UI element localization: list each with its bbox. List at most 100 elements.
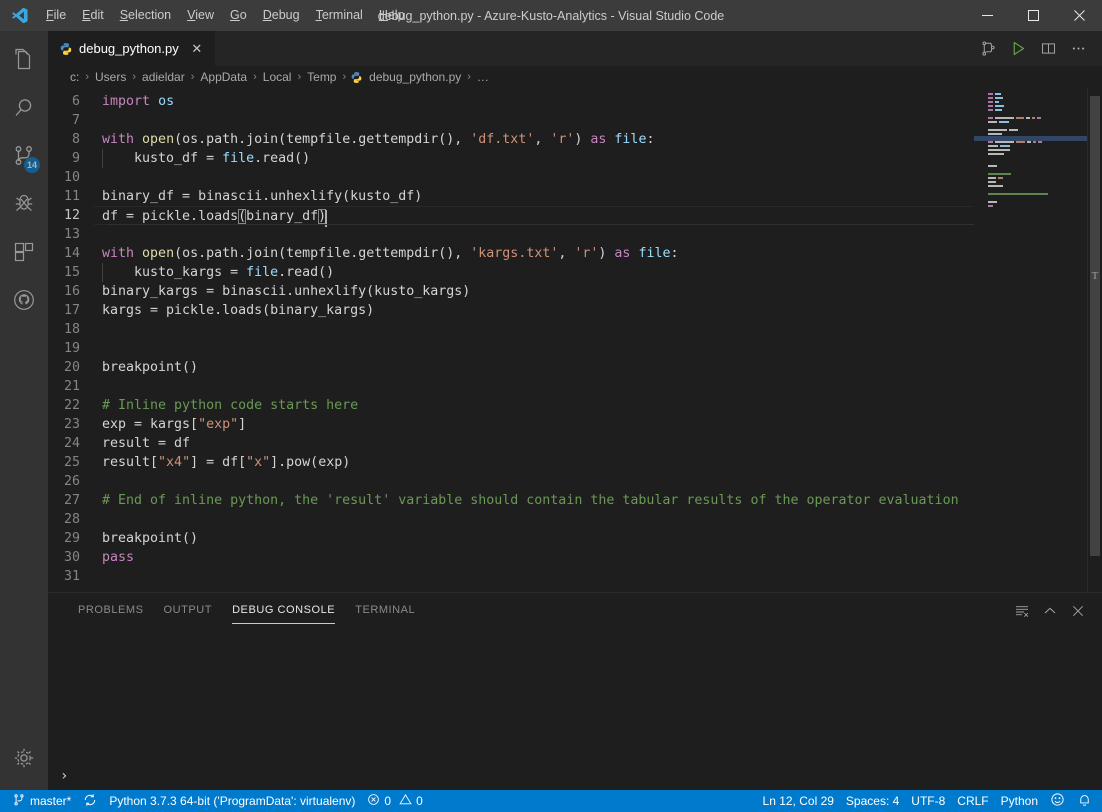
breadcrumb-segment-adieldar[interactable]: adieldar xyxy=(140,70,187,84)
tab-debug-console[interactable]: DEBUG CONSOLE xyxy=(222,593,345,628)
editor-vertical-scrollbar[interactable]: T xyxy=(1087,88,1102,592)
status-language-mode[interactable]: Python xyxy=(995,790,1044,812)
menu-view[interactable]: View xyxy=(179,0,222,31)
gear-icon xyxy=(12,746,36,775)
split-editor-icon[interactable] xyxy=(1034,35,1062,63)
status-branch[interactable]: master* xyxy=(6,790,77,812)
code-token: file xyxy=(222,151,254,166)
status-eol[interactable]: CRLF xyxy=(951,790,994,812)
code-line[interactable]: 16binary_kargs = binascii.unhexlify(kust… xyxy=(48,282,974,301)
breadcrumb-segment-symbols[interactable]: … xyxy=(475,70,491,84)
sidebar-item-extensions[interactable] xyxy=(0,230,48,278)
extensions-icon xyxy=(12,240,36,269)
sidebar-item-github[interactable] xyxy=(0,278,48,326)
maximize-panel-button[interactable] xyxy=(1038,599,1062,623)
code-line[interactable]: 22# Inline python code starts here xyxy=(48,396,974,415)
code-line[interactable]: 23exp = kargs["exp"] xyxy=(48,415,974,434)
sidebar-item-search[interactable] xyxy=(0,86,48,134)
tab-debug-python-py[interactable]: debug_python.py ✕ xyxy=(48,31,216,66)
menu-terminal[interactable]: Terminal xyxy=(308,0,371,31)
code-token: 'r' xyxy=(550,132,574,147)
breadcrumb-segment-temp[interactable]: Temp xyxy=(305,70,338,84)
status-notifications[interactable] xyxy=(1071,790,1102,812)
status-python-interpreter[interactable]: Python 3.7.3 64-bit ('ProgramData': virt… xyxy=(103,790,361,812)
status-sync[interactable] xyxy=(77,790,103,812)
code-editor[interactable]: 6import os78with open(os.path.join(tempf… xyxy=(48,88,1102,592)
menu-help[interactable]: Help xyxy=(371,0,413,31)
code-line[interactable]: 17kargs = pickle.loads(binary_kargs) xyxy=(48,301,974,320)
menu-go[interactable]: Go xyxy=(222,0,255,31)
breadcrumb-segment-local[interactable]: Local xyxy=(261,70,294,84)
breadcrumb-segment-appdata[interactable]: AppData xyxy=(198,70,249,84)
code-line[interactable]: 14with open(os.path.join(tempfile.gettem… xyxy=(48,244,974,263)
tab-problems[interactable]: PROBLEMS xyxy=(68,593,154,628)
status-feedback[interactable] xyxy=(1044,790,1071,812)
debug-console-input-prompt[interactable]: › xyxy=(60,768,68,784)
minimap[interactable] xyxy=(974,88,1087,592)
debug-console-body[interactable]: › xyxy=(48,628,1102,790)
status-encoding[interactable]: UTF-8 xyxy=(905,790,951,812)
code-line[interactable]: 19 xyxy=(48,339,974,358)
sidebar-item-source-control[interactable]: 14 xyxy=(0,134,48,182)
smiley-icon xyxy=(1050,792,1065,810)
code-line[interactable]: 31 xyxy=(48,567,974,586)
code-line[interactable]: 29breakpoint() xyxy=(48,529,974,548)
breadcrumb-segment-drive[interactable]: c: xyxy=(68,70,81,84)
tab-terminal[interactable]: TERMINAL xyxy=(345,593,425,628)
status-cursor-position[interactable]: Ln 12, Col 29 xyxy=(757,790,840,812)
code-line[interactable]: 11binary_df = binascii.unhexlify(kusto_d… xyxy=(48,187,974,206)
code-line[interactable]: 18 xyxy=(48,320,974,339)
code-token: # Inline python code starts here xyxy=(102,398,358,413)
clear-console-button[interactable] xyxy=(1010,599,1034,623)
code-line[interactable]: 24result = df xyxy=(48,434,974,453)
code-token: 'kargs.txt' xyxy=(470,246,558,261)
line-number: 19 xyxy=(48,339,94,358)
manage-settings-button[interactable] xyxy=(0,736,48,784)
code-line-text: breakpoint() xyxy=(94,358,974,377)
code-line[interactable]: 21 xyxy=(48,377,974,396)
menu-debug[interactable]: Debug xyxy=(255,0,308,31)
code-line[interactable]: 12df = pickle.loads(binary_df) xyxy=(48,206,974,225)
menu-edit[interactable]: Edit xyxy=(74,0,112,31)
code-line[interactable]: 20breakpoint() xyxy=(48,358,974,377)
tab-output[interactable]: OUTPUT xyxy=(154,593,223,628)
code-line[interactable]: 15 kusto_kargs = file.read() xyxy=(48,263,974,282)
breadcrumb-separator: › xyxy=(338,71,350,83)
maximize-button[interactable] xyxy=(1010,0,1056,31)
code-line[interactable]: 28 xyxy=(48,510,974,529)
more-actions-ellipsis-icon[interactable] xyxy=(1064,35,1092,63)
run-python-file-in-terminal-button[interactable] xyxy=(974,35,1002,63)
line-number: 30 xyxy=(48,548,94,567)
code-scroll-region[interactable]: 6import os78with open(os.path.join(tempf… xyxy=(48,88,974,592)
menu-file[interactable]: File xyxy=(38,0,74,31)
code-line[interactable]: 13 xyxy=(48,225,974,244)
run-button[interactable] xyxy=(1004,35,1032,63)
code-line[interactable]: 6import os xyxy=(48,92,974,111)
code-line[interactable]: 10 xyxy=(48,168,974,187)
code-line[interactable]: 25result["x4"] = df["x"].pow(exp) xyxy=(48,453,974,472)
status-branch-label: master* xyxy=(30,794,71,808)
status-problems[interactable]: 0 0 xyxy=(361,790,428,812)
tab-close-icon[interactable]: ✕ xyxy=(189,41,205,57)
code-line[interactable]: 9 kusto_df = file.read() xyxy=(48,149,974,168)
code-line[interactable]: 26 xyxy=(48,472,974,491)
breadcrumb-segment-file[interactable]: debug_python.py xyxy=(367,70,463,84)
code-line[interactable]: 30pass xyxy=(48,548,974,567)
minimap-slider[interactable] xyxy=(974,88,1087,212)
vscode-logo-icon xyxy=(0,0,38,31)
line-number: 7 xyxy=(48,111,94,130)
minimize-button[interactable] xyxy=(964,0,1010,31)
sidebar-item-explorer[interactable] xyxy=(0,38,48,86)
code-line[interactable]: 8with open(os.path.join(tempfile.gettemp… xyxy=(48,130,974,149)
code-line[interactable]: 7 xyxy=(48,111,974,130)
breadcrumb-segment-users[interactable]: Users xyxy=(93,70,128,84)
status-indentation[interactable]: Spaces: 4 xyxy=(840,790,905,812)
activity-bar: 14 xyxy=(0,31,48,790)
breadcrumb-separator: › xyxy=(81,71,93,83)
sidebar-item-debug[interactable] xyxy=(0,182,48,230)
code-line[interactable]: 27# End of inline python, the 'result' v… xyxy=(48,491,974,510)
close-panel-button[interactable] xyxy=(1066,599,1090,623)
code-line-text: breakpoint() xyxy=(94,529,974,548)
close-button[interactable] xyxy=(1056,0,1102,31)
menu-selection[interactable]: Selection xyxy=(112,0,179,31)
